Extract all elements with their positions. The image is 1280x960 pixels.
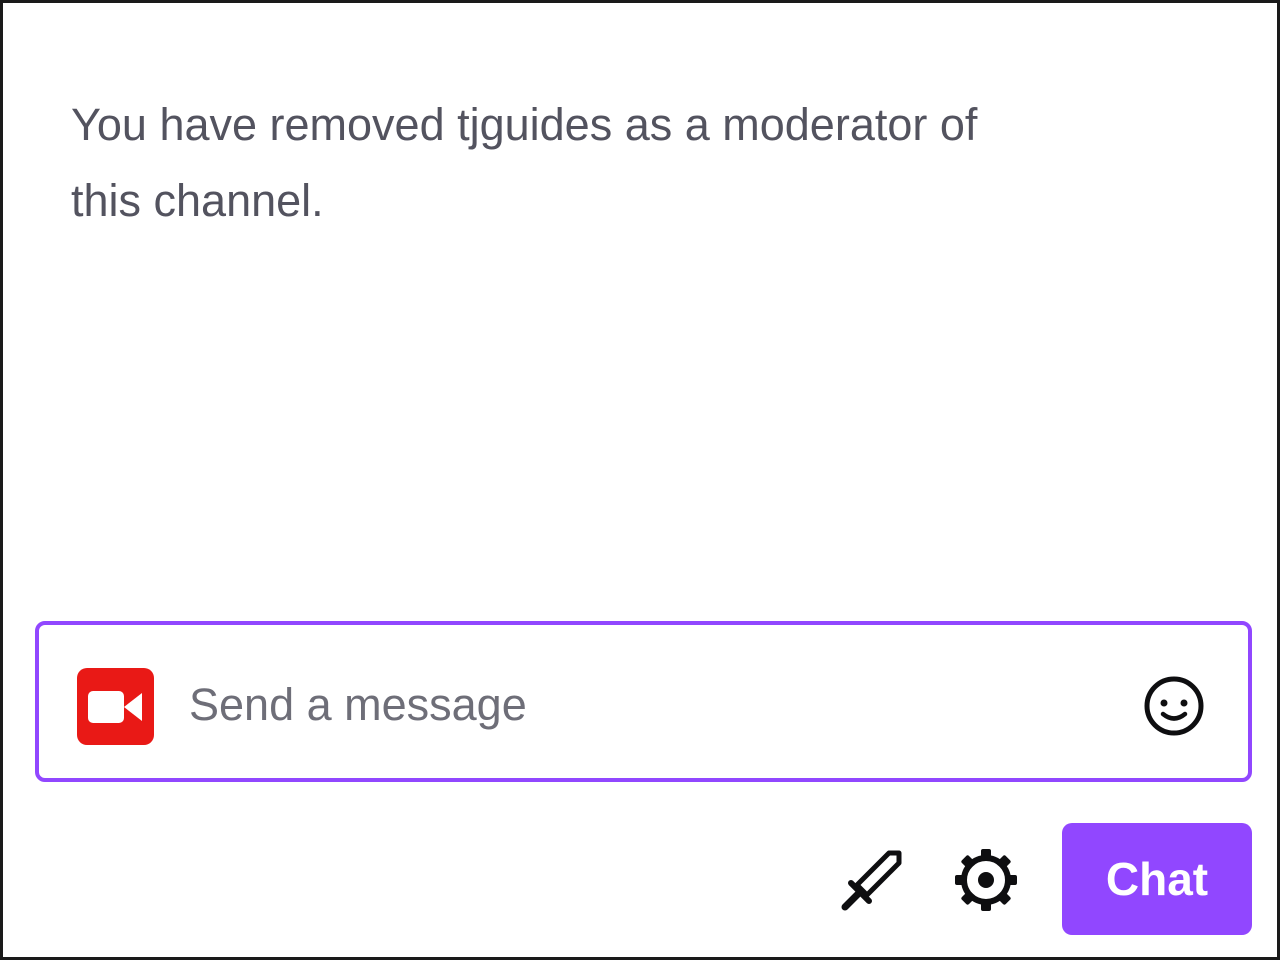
chat-panel: You have removed tjguides as a moderator… bbox=[0, 0, 1280, 960]
system-message-line-1: You have removed tjguides as a moderator… bbox=[71, 99, 978, 150]
chat-send-button[interactable]: Chat bbox=[1062, 823, 1252, 935]
chat-message-list: You have removed tjguides as a moderator… bbox=[71, 87, 1191, 239]
smiley-icon[interactable] bbox=[1141, 673, 1207, 739]
message-input[interactable] bbox=[189, 665, 1089, 745]
chat-input-box[interactable] bbox=[35, 621, 1252, 782]
chat-controls: Chat bbox=[3, 823, 1280, 935]
video-camera-icon[interactable] bbox=[77, 668, 154, 745]
gear-icon[interactable] bbox=[949, 843, 1023, 917]
system-message: You have removed tjguides as a moderator… bbox=[71, 87, 1191, 239]
system-message-line-2: this channel. bbox=[71, 175, 324, 226]
sword-icon[interactable] bbox=[835, 843, 909, 917]
